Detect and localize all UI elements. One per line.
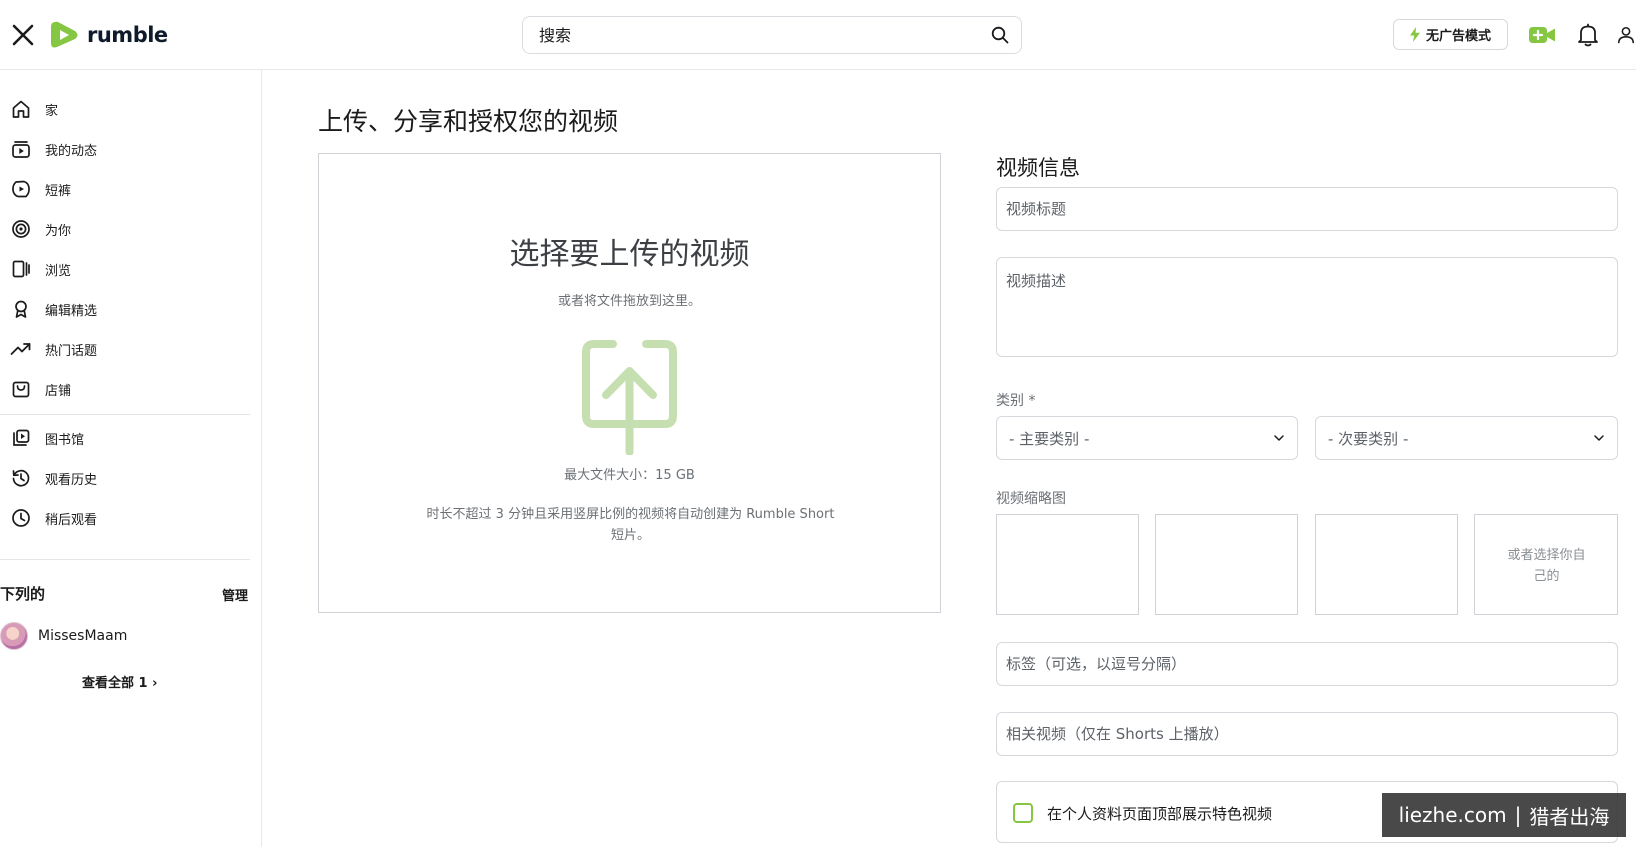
feature-video-checkbox[interactable]	[1013, 803, 1033, 823]
feature-video-label: 在个人资料页面顶部展示特色视频	[1047, 805, 1273, 823]
user-icon	[1617, 26, 1635, 44]
page-title: 上传、分享和授权您的视频	[318, 107, 619, 136]
sidebar: 家 我的动态 短裤 为你 浏览 编辑精选 热门话题 店铺 图书馆 观看历史 稍后…	[0, 70, 262, 847]
sidebar-item-label: 图书馆	[45, 432, 85, 448]
subscription-item[interactable]: MissesMaam	[0, 620, 127, 652]
chevron-down-icon	[1594, 435, 1604, 441]
sidebar-divider	[0, 414, 250, 415]
sidebar-item-label: 家	[45, 103, 59, 119]
sidebar-item-browse[interactable]: 浏览	[0, 251, 262, 287]
for-you-icon	[10, 218, 32, 240]
close-menu-button[interactable]	[10, 22, 36, 48]
video-info-title: 视频信息	[996, 156, 1080, 180]
watch-later-icon	[10, 507, 32, 529]
upload-dropzone[interactable]: 选择要上传的视频 或者将文件拖放到这里。 最大文件大小：15 GB 时长不超过 …	[318, 153, 941, 613]
upload-video-button[interactable]	[1527, 20, 1557, 50]
sidebar-item-editor-picks[interactable]: 编辑精选	[0, 291, 262, 327]
sidebar-item-label: 编辑精选	[45, 303, 98, 319]
sidebar-item-label: 我的动态	[45, 143, 98, 159]
upload-shorts-note: 时长不超过 3 分钟且采用竖屏比例的视频将自动创建为 Rumble Short …	[426, 507, 835, 543]
upload-drag-hint: 或者将文件拖放到这里。	[557, 294, 701, 309]
watermark-site: liezhe.com	[1398, 803, 1507, 827]
thumbnail-option[interactable]	[1315, 514, 1458, 615]
sidebar-item-home[interactable]: 家	[0, 91, 262, 127]
video-title-input[interactable]	[996, 187, 1618, 231]
sidebar-item-label: 观看历史	[45, 472, 98, 488]
trending-icon	[10, 338, 32, 360]
shorts-icon	[10, 178, 32, 200]
sidebar-item-label: 热门话题	[45, 343, 98, 359]
notifications-button[interactable]	[1573, 20, 1603, 50]
secondary-category-select[interactable]: - 次要类别 -	[1315, 416, 1618, 460]
ad-free-mode-button[interactable]: 无广告模式	[1393, 19, 1508, 50]
search-bar[interactable]	[522, 16, 1022, 54]
sidebar-item-label: 短裤	[45, 183, 72, 199]
logo-text: rumble	[87, 23, 168, 47]
search-icon[interactable]	[991, 26, 1009, 44]
sidebar-item-watch-later[interactable]: 稍后观看	[0, 500, 262, 536]
sidebar-item-watch-history[interactable]: 观看历史	[0, 460, 262, 496]
home-icon	[10, 98, 32, 120]
category-label: 类别 *	[996, 393, 1036, 409]
sidebar-item-shop[interactable]: 店铺	[0, 371, 262, 407]
thumbnail-option[interactable]	[1155, 514, 1298, 615]
thumbnail-option[interactable]	[996, 514, 1139, 615]
watermark-name: 猎者出海	[1529, 804, 1610, 829]
watermark: liezhe.com | 猎者出海	[1382, 793, 1626, 837]
primary-category-select[interactable]: - 主要类别 -	[996, 416, 1298, 460]
custom-thumbnail-button[interactable]: 或者选择你自己的	[1474, 514, 1618, 615]
avatar	[0, 622, 28, 650]
rumble-logo-icon	[51, 21, 78, 48]
custom-thumbnail-label: 或者选择你自己的	[1507, 548, 1586, 584]
thumbnail-label: 视频缩略图	[996, 491, 1066, 507]
sidebar-item-my-feed[interactable]: 我的动态	[0, 131, 262, 167]
sidebar-item-label: 浏览	[45, 263, 72, 279]
primary-category-value: - 主要类别 -	[1009, 429, 1090, 448]
related-video-input[interactable]	[996, 712, 1618, 756]
close-icon	[12, 24, 34, 46]
lightning-icon	[1409, 27, 1420, 42]
secondary-category-value: - 次要类别 -	[1328, 429, 1409, 448]
sidebar-item-for-you[interactable]: 为你	[0, 211, 262, 247]
library-icon	[10, 427, 32, 449]
upload-heading: 选择要上传的视频	[509, 237, 750, 272]
sidebar-item-label: 稍后观看	[45, 512, 98, 528]
subscriptions-icon	[10, 138, 32, 160]
sidebar-item-label: 为你	[45, 223, 72, 239]
history-icon	[10, 467, 32, 489]
sidebar-item-trending[interactable]: 热门话题	[0, 331, 262, 367]
tags-input[interactable]	[996, 642, 1618, 686]
following-title: 下列的	[0, 585, 46, 603]
video-camera-plus-icon	[1529, 27, 1555, 43]
bell-icon	[1578, 23, 1598, 47]
subscription-name: MissesMaam	[38, 628, 128, 644]
account-button[interactable]	[1616, 20, 1636, 50]
upload-max-size: 最大文件大小：15 GB	[564, 468, 695, 483]
sidebar-item-library[interactable]: 图书馆	[0, 420, 262, 456]
manage-subscriptions-link[interactable]: 管理	[222, 585, 248, 604]
chevron-down-icon	[1274, 435, 1284, 441]
sidebar-item-label: 店铺	[45, 383, 72, 399]
watermark-separator: |	[1514, 803, 1522, 827]
rumble-logo[interactable]: rumble	[49, 17, 168, 53]
shop-icon	[10, 378, 32, 400]
sidebar-item-shorts[interactable]: 短裤	[0, 171, 262, 207]
search-input[interactable]	[539, 25, 991, 45]
upload-icon[interactable]	[580, 338, 679, 456]
see-all-link[interactable]: 查看全部 1 ›	[82, 672, 157, 691]
editor-picks-icon	[10, 298, 32, 320]
browse-icon	[10, 258, 32, 280]
top-header: rumble 无广告模式	[0, 0, 1636, 70]
ad-free-mode-label: 无广告模式	[1425, 29, 1491, 44]
sidebar-divider	[0, 559, 250, 560]
video-description-input[interactable]	[996, 257, 1618, 357]
